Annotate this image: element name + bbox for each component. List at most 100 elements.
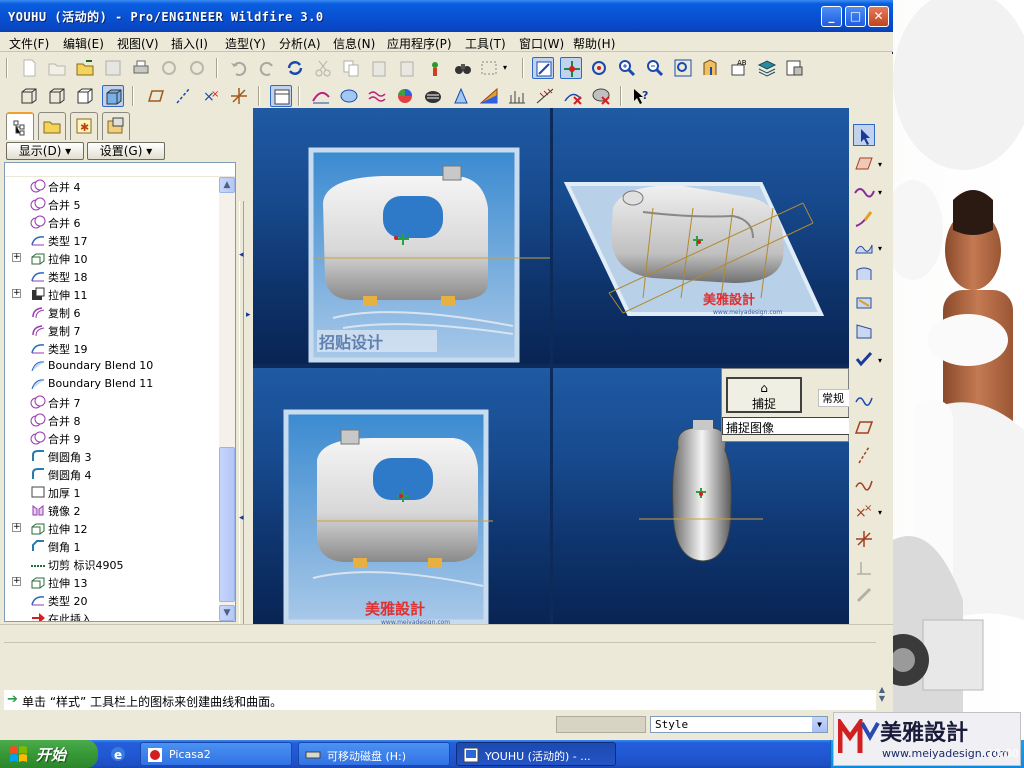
tree-item[interactable]: + 拉伸 10 [5, 249, 219, 267]
close-button[interactable]: ✕ [868, 6, 889, 27]
repaint-icon[interactable] [532, 57, 554, 79]
menu-info[interactable]: 信息(N) [333, 35, 375, 52]
done-check-icon[interactable] [853, 348, 875, 370]
offset-analysis-icon[interactable] [366, 85, 388, 107]
layers-icon[interactable] [756, 57, 778, 79]
surface-trim-icon[interactable] [853, 292, 875, 314]
tree-item[interactable]: 合并 4 [5, 177, 219, 195]
expand-icon[interactable]: + [12, 577, 21, 586]
tree-item[interactable]: 复制 7 [5, 321, 219, 339]
tree-item[interactable]: 倒角 1 [5, 537, 219, 555]
surface-icon[interactable] [853, 236, 875, 258]
print-icon[interactable] [130, 57, 152, 79]
task-removable-disk[interactable]: 可移动磁盘 (H:) [298, 742, 450, 766]
paste-icon[interactable] [368, 57, 390, 79]
cut-icon[interactable] [312, 57, 334, 79]
tree-item[interactable]: Boundary Blend 10 [5, 357, 219, 375]
axis-icon[interactable] [853, 444, 875, 466]
plane-icon[interactable] [853, 416, 875, 438]
expand-icon[interactable]: + [12, 289, 21, 298]
tree-item[interactable]: 类型 19 [5, 339, 219, 357]
settings-dropdown[interactable]: 设置(G) ▾ [87, 142, 165, 160]
tree-item[interactable]: 复制 6 [5, 303, 219, 321]
chevron-down-icon[interactable]: ▾ [878, 356, 882, 365]
no-hidden-icon[interactable] [74, 85, 96, 107]
redo-icon[interactable] [256, 57, 278, 79]
collapse-arrow-icon[interactable]: ◂ [239, 250, 244, 260]
chevron-down-icon[interactable]: ▾ [878, 188, 882, 197]
save-icon[interactable] [102, 57, 124, 79]
tree-item[interactable]: + 拉伸 11 [5, 285, 219, 303]
show-dropdown[interactable]: 显示(D) ▾ [6, 142, 84, 160]
datum-planes-icon[interactable] [144, 85, 166, 107]
chevron-down-icon[interactable]: ▼ [812, 717, 827, 732]
active-plane-icon[interactable] [853, 152, 875, 174]
curvature-analysis-icon[interactable] [310, 85, 332, 107]
datum-points-icon[interactable]: × × [200, 85, 222, 107]
menu-style[interactable]: 造型(Y) [225, 35, 266, 52]
tree-item[interactable]: + 拉伸 13 [5, 573, 219, 591]
minimize-button[interactable]: _ [821, 6, 842, 27]
tree-item[interactable]: 加厚 1 [5, 483, 219, 501]
tree-item[interactable]: 合并 8 [5, 411, 219, 429]
chevron-down-icon[interactable]: ▾ [878, 244, 882, 253]
datum-curve-icon[interactable] [853, 472, 875, 494]
reorient-icon[interactable] [700, 57, 722, 79]
expand-icon[interactable]: + [12, 253, 21, 262]
tree-item[interactable]: 镜像 2 [5, 501, 219, 519]
navigator-splitter[interactable]: ◂ ▸ ◂ [238, 108, 252, 631]
chevron-down-icon[interactable]: ▾ [878, 160, 882, 169]
favorites-tab[interactable]: ✱ [70, 112, 98, 140]
send-link-icon[interactable] [186, 57, 208, 79]
saved-views-icon[interactable]: AB [728, 57, 750, 79]
menu-insert[interactable]: 插入(I) [171, 35, 208, 52]
tree-item[interactable]: 类型 18 [5, 267, 219, 285]
slope-analysis-icon[interactable] [478, 85, 500, 107]
regen-manager-icon[interactable] [424, 57, 446, 79]
select-box-icon[interactable] [478, 57, 500, 79]
expand-icon[interactable]: + [12, 523, 21, 532]
view-manager-icon[interactable] [784, 57, 806, 79]
find-icon[interactable] [452, 57, 474, 79]
copy-icon[interactable] [340, 57, 362, 79]
tree-item[interactable]: + 拉伸 12 [5, 519, 219, 537]
scroll-up-button[interactable]: ▲ [219, 177, 235, 193]
coordinate-system-icon[interactable] [853, 528, 875, 550]
chevron-down-icon[interactable]: ▾ [503, 63, 507, 72]
undo-icon[interactable] [228, 57, 250, 79]
tree-item[interactable]: Boundary Blend 11 [5, 375, 219, 393]
tree-item[interactable]: 合并 5 [5, 195, 219, 213]
tree-item[interactable]: 合并 7 [5, 393, 219, 411]
menu-help[interactable]: 帮助(H) [573, 35, 615, 52]
maximize-button[interactable]: □ [845, 6, 866, 27]
context-help-icon[interactable]: ? [630, 85, 652, 107]
refit-icon[interactable] [672, 57, 694, 79]
zoom-out-icon[interactable] [644, 57, 666, 79]
filter-dropdown[interactable]: Style ▼ [650, 716, 828, 733]
connections-tab[interactable] [102, 112, 130, 140]
viewport-front[interactable]: 招贴设计 [253, 108, 550, 364]
gaussian-curvature-icon[interactable] [394, 85, 416, 107]
wireframe-icon[interactable] [18, 85, 40, 107]
chevron-down-icon[interactable]: ▾ [878, 508, 882, 517]
tree-item[interactable]: 类型 20 [5, 591, 219, 609]
viewport-iso[interactable]: 美雅設計 www.meiyadesign.com [553, 108, 849, 364]
model-tree-tab[interactable] [6, 112, 34, 140]
folder-browser-tab[interactable] [38, 112, 66, 140]
scroll-thumb[interactable] [219, 447, 235, 602]
open-folder-icon[interactable] [46, 57, 68, 79]
menu-view[interactable]: 视图(V) [117, 35, 159, 52]
send-mail-icon[interactable] [158, 57, 180, 79]
curve-analysis-icon[interactable] [534, 85, 556, 107]
tree-scrollbar[interactable]: ▲ ▼ [219, 177, 235, 621]
csys-icon[interactable] [228, 85, 250, 107]
tree-item[interactable]: 倒圆角 3 [5, 447, 219, 465]
menu-tools[interactable]: 工具(T) [465, 35, 506, 52]
datum-point-icon[interactable]: × × [853, 500, 875, 522]
quick-launch-ie-icon[interactable]: e [108, 744, 128, 764]
tree-item[interactable]: 切剪 标识4905 [5, 555, 219, 573]
capture-button[interactable]: ⌂ 捕捉 [726, 377, 802, 413]
datum-axes-icon[interactable] [172, 85, 194, 107]
sketch-curve-icon[interactable] [853, 208, 875, 230]
spin-center-icon[interactable] [560, 57, 582, 79]
